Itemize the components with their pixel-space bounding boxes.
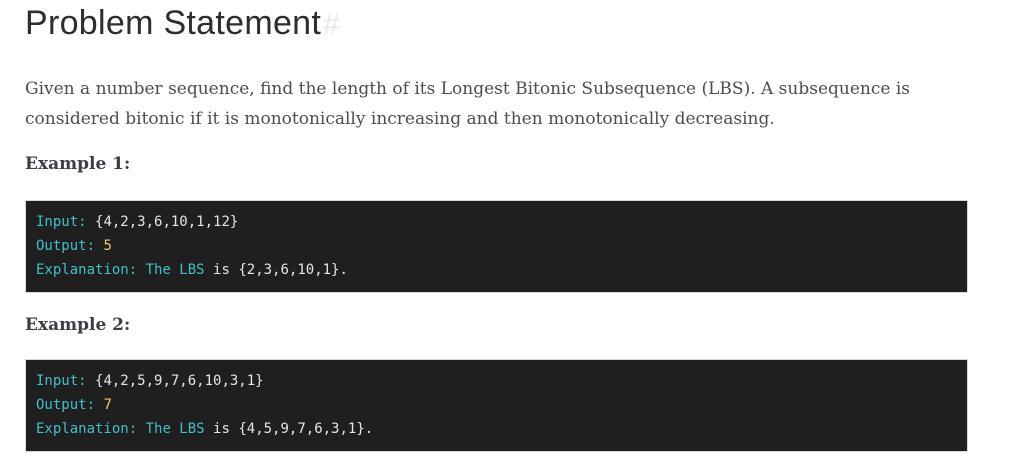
explanation-value: {4,5,9,7,6,3,1}. [238, 421, 374, 437]
example-1-output-line: Output: 5 [36, 234, 967, 258]
example-1-code-block: Input: {4,2,3,6,10,1,12} Output: 5 Expla… [25, 200, 968, 293]
example-1-heading: Example 1: [25, 154, 131, 174]
explanation-label: Explanation: [36, 421, 138, 437]
page-title: Problem Statement# [25, 4, 340, 43]
explanation-is: is [213, 262, 230, 278]
explanation-text: The LBS [145, 262, 205, 278]
example-1-input-line: Input: {4,2,3,6,10,1,12} [36, 210, 967, 234]
example-2-explanation-line: Explanation: The LBS is {4,5,9,7,6,3,1}. [36, 417, 967, 441]
example-2-code-block: Input: {4,2,5,9,7,6,10,3,1} Output: 7 Ex… [25, 359, 968, 452]
explanation-value: {2,3,6,10,1}. [238, 262, 348, 278]
output-value: 7 [103, 397, 112, 413]
input-value: {4,2,5,9,7,6,10,3,1} [95, 373, 264, 389]
heading-anchor-link[interactable]: # [323, 8, 340, 41]
example-2-input-line: Input: {4,2,5,9,7,6,10,3,1} [36, 369, 967, 393]
example-2-heading: Example 2: [25, 315, 131, 335]
explanation-text: The LBS [145, 421, 205, 437]
input-value: {4,2,3,6,10,1,12} [95, 214, 239, 230]
page-title-text: Problem Statement [25, 4, 322, 42]
output-value: 5 [103, 238, 112, 254]
explanation-is: is [213, 421, 230, 437]
problem-description: Given a number sequence, find the length… [25, 79, 911, 129]
explanation-label: Explanation: [36, 262, 138, 278]
example-1-explanation-line: Explanation: The LBS is {2,3,6,10,1}. [36, 258, 967, 282]
example-2-output-line: Output: 7 [36, 393, 967, 417]
input-label: Input: [36, 373, 87, 389]
input-label: Input: [36, 214, 87, 230]
output-label: Output: [36, 397, 96, 413]
output-label: Output: [36, 238, 96, 254]
